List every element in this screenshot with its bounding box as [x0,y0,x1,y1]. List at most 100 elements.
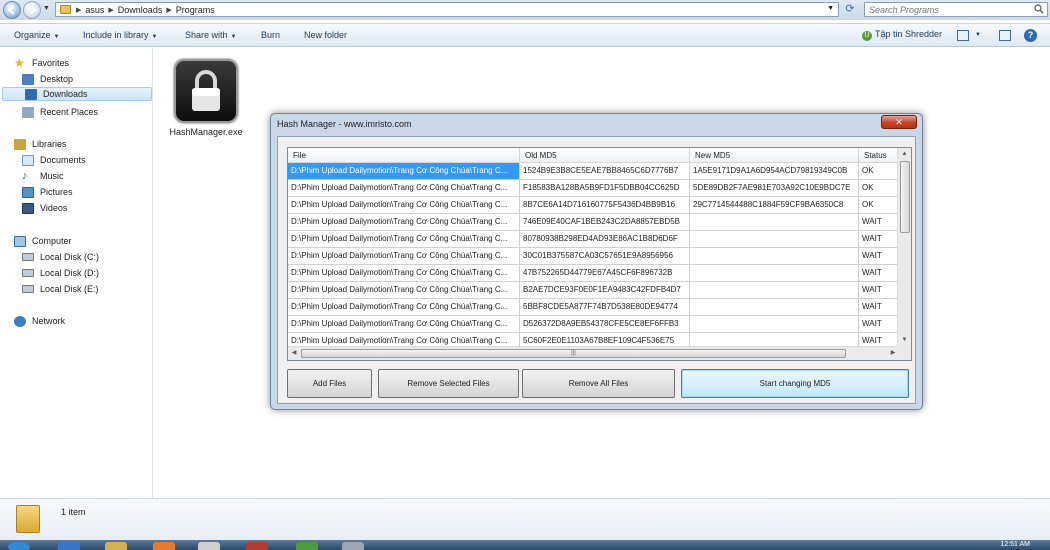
sidebar-item-libraries[interactable]: Libraries [14,137,67,151]
remove-all-files-button[interactable]: Remove All Files [522,369,675,398]
cell-new-md5 [690,248,859,265]
scroll-down-icon[interactable]: ▼ [898,334,911,346]
internet-explorer-icon[interactable] [58,542,80,550]
sidebar-item-disk-d[interactable]: Local Disk (D:) [22,266,99,280]
sidebar-item-videos[interactable]: Videos [22,201,67,215]
breadcrumb-item-programs[interactable]: Programs [176,5,215,15]
table-row[interactable]: D:\Phim Upload Dailymotion\Trang Cơ Công… [288,231,898,248]
table-row[interactable]: D:\Phim Upload Dailymotion\Trang Cơ Công… [288,180,898,197]
table-row[interactable]: D:\Phim Upload Dailymotion\Trang Cơ Công… [288,163,898,180]
address-dropdown-icon[interactable]: ▼ [827,5,834,12]
burn-button[interactable]: Burn [261,30,280,40]
start-changing-md5-button[interactable]: Start changing MD5 [681,369,909,398]
hash-manager-taskbar-icon[interactable] [342,542,364,550]
start-button-icon[interactable] [8,542,30,550]
cell-old-md5: D526372D8A9EB54378CFE5CE8EF6FFB3 [520,316,690,333]
include-in-library-menu[interactable]: Include in library ▼ [83,30,157,40]
sidebar-item-label: Favorites [32,58,70,68]
horizontal-scroll-thumb[interactable]: ||| [301,349,846,358]
window-client-area: File Old MD5 New MD5 Status D:\Phim Uplo… [277,136,916,404]
close-button[interactable]: ✕ [881,115,917,129]
cell-new-md5 [690,299,859,316]
refresh-icon: ⟳ [845,3,855,15]
new-folder-button[interactable]: New folder [304,30,347,40]
app-icon[interactable] [296,542,318,550]
sidebar-item-downloads[interactable]: Downloads [2,87,152,101]
search-input[interactable] [865,3,1025,16]
add-files-button[interactable]: Add Files [287,369,372,398]
app-icon[interactable] [198,542,220,550]
table-row[interactable]: D:\Phim Upload Dailymotion\Trang Cơ Công… [288,316,898,333]
column-header-file[interactable]: File [288,148,520,163]
preview-pane-button[interactable] [999,30,1011,41]
arrow-right-icon [29,5,37,15]
cell-status: WAIT [859,214,898,231]
explorer-icon[interactable] [105,542,127,550]
app-icon[interactable] [246,542,268,550]
command-bar: Organize ▼ Include in library ▼ Share with… [0,23,1050,47]
sidebar-item-recent-places[interactable]: Recent Places [22,105,98,119]
column-header-new-md5[interactable]: New MD5 [690,148,859,163]
help-icon[interactable]: ? [1024,29,1037,42]
sidebar-item-favorites[interactable]: ★ Favorites [14,56,69,70]
hash-manager-window: Hash Manager - www.imristo.com ✕ File Ol… [270,113,923,410]
file-list-grid[interactable]: File Old MD5 New MD5 Status D:\Phim Uplo… [287,147,912,361]
change-view-button[interactable] [957,30,969,41]
recent-pages-dropdown[interactable]: ▼ [43,5,50,12]
table-row[interactable]: D:\Phim Upload Dailymotion\Trang Cơ Công… [288,214,898,231]
sidebar-item-desktop[interactable]: Desktop [22,72,73,86]
sidebar-item-label: Documents [40,155,86,165]
table-row[interactable]: D:\Phim Upload Dailymotion\Trang Cơ Công… [288,197,898,214]
breadcrumb-item-asus[interactable]: asus [85,5,104,15]
breadcrumb-item-downloads[interactable]: Downloads [118,5,163,15]
scroll-up-icon[interactable]: ▲ [898,148,911,160]
table-row[interactable]: D:\Phim Upload Dailymotion\Trang Cơ Công… [288,299,898,316]
close-icon: ✕ [895,117,903,127]
grid-rows: D:\Phim Upload Dailymotion\Trang Cơ Công… [288,163,898,350]
breadcrumb-separator-icon[interactable]: ▶ [108,6,113,14]
cell-file: D:\Phim Upload Dailymotion\Trang Cơ Công… [288,316,520,333]
file-item-hashmanager[interactable]: HashManager.exe [166,57,246,157]
vertical-scroll-thumb[interactable] [900,161,910,233]
vertical-scrollbar[interactable]: ▲ ▼ [897,148,911,346]
breadcrumb-separator-icon[interactable]: ▶ [166,6,171,14]
table-row[interactable]: D:\Phim Upload Dailymotion\Trang Cơ Công… [288,248,898,265]
forward-button[interactable] [23,1,41,19]
sidebar-item-pictures[interactable]: Pictures [22,185,73,199]
column-header-old-md5[interactable]: Old MD5 [520,148,690,163]
scroll-left-icon[interactable]: ◀ [288,347,300,360]
remove-selected-files-button[interactable]: Remove Selected Files [378,369,519,398]
view-options-dropdown-icon[interactable]: ▼ [975,32,981,38]
folder-icon [60,5,71,14]
organize-menu[interactable]: Organize ▼ [14,30,59,40]
column-header-status[interactable]: Status [859,148,898,163]
shredder-button[interactable]: U Tập tin Shredder [862,29,942,41]
table-row[interactable]: D:\Phim Upload Dailymotion\Trang Cơ Công… [288,265,898,282]
horizontal-scrollbar[interactable]: ◀ ||| ▶ [288,346,899,360]
sidebar-item-documents[interactable]: Documents [22,153,86,167]
clock[interactable]: 12:51 AM [1000,541,1030,548]
table-row[interactable]: D:\Phim Upload Dailymotion\Trang Cơ Công… [288,282,898,299]
share-with-menu[interactable]: Share with ▼ [185,30,236,40]
share-with-label: Share with [185,30,228,40]
cell-file: D:\Phim Upload Dailymotion\Trang Cơ Công… [288,214,520,231]
search-icon[interactable] [1034,4,1044,14]
sidebar-item-network[interactable]: Network [14,314,65,328]
refresh-button[interactable]: ⟳ [842,2,858,17]
taskbar: 12:51 AM [0,540,1050,550]
sidebar-item-disk-e[interactable]: Local Disk (E:) [22,282,99,296]
include-in-library-label: Include in library [83,30,149,40]
sidebar-item-label: Desktop [40,74,74,84]
cell-old-md5: 30C01B375587CA03C57651E9A8956956 [520,248,690,265]
address-box[interactable]: ▶ asus ▶ Downloads ▶ Programs ▼ [55,2,839,17]
cell-new-md5 [690,231,859,248]
sidebar-item-music[interactable]: ♪ Music [22,169,64,183]
firefox-icon[interactable] [153,542,175,550]
sidebar-item-disk-c[interactable]: Local Disk (C:) [22,250,99,264]
cell-file: D:\Phim Upload Dailymotion\Trang Cơ Công… [288,248,520,265]
disk-drive-icon [22,285,34,293]
cell-old-md5: 1524B9E3B8CE5EAE7BB8465C6D7776B7 [520,163,690,180]
search-box[interactable] [864,2,1048,17]
sidebar-item-computer[interactable]: Computer [14,234,72,248]
back-button[interactable] [3,1,21,19]
